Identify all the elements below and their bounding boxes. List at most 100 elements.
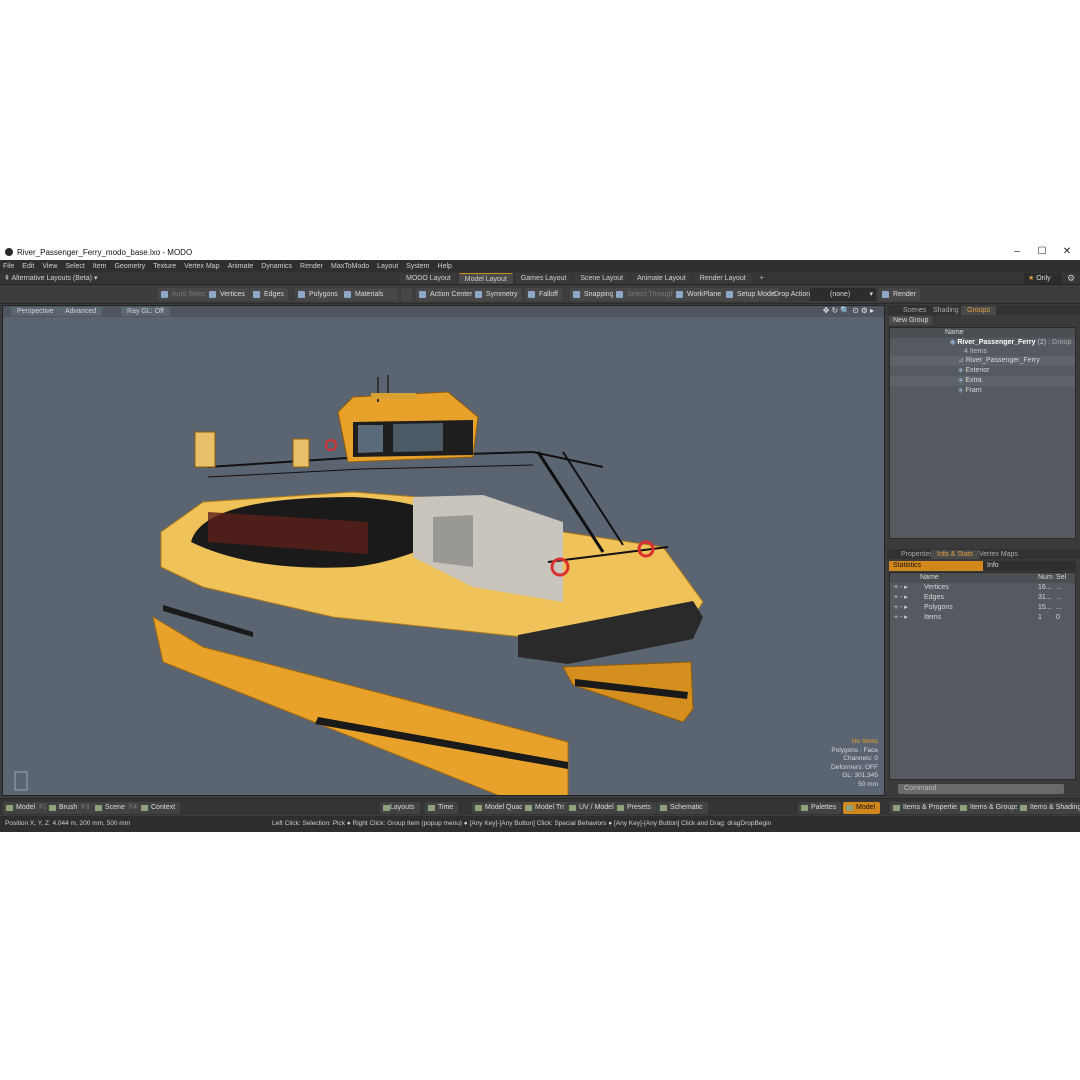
- model-tri-button[interactable]: Model Tri: [522, 802, 569, 814]
- menu-maxtomodo[interactable]: MaxToModo: [331, 263, 369, 270]
- items-shading-button[interactable]: Items & Shading: [1017, 802, 1080, 814]
- table-row[interactable]: + - ▸ Items 1 0: [890, 613, 1075, 623]
- menu-file[interactable]: File: [3, 263, 14, 270]
- presets-button[interactable]: Presets: [614, 802, 656, 814]
- menu-animate[interactable]: Animate: [228, 263, 254, 270]
- only-toggle[interactable]: ★ Only: [1024, 273, 1062, 284]
- menu-view[interactable]: View: [42, 263, 57, 270]
- render-button[interactable]: Render: [879, 288, 920, 301]
- item-mode-icon[interactable]: [387, 288, 398, 301]
- drop-action-select[interactable]: (none) ▾: [810, 288, 876, 301]
- group-child-row[interactable]: ◈ Extra: [890, 376, 1075, 386]
- command-input[interactable]: Command: [898, 784, 1064, 794]
- add-layout-button[interactable]: +: [754, 273, 770, 284]
- menu-dynamics[interactable]: Dynamics: [261, 263, 292, 270]
- edges-button[interactable]: Edges: [250, 288, 288, 301]
- gear-icon[interactable]: ⚙: [1067, 273, 1075, 284]
- layout-bar: ⇞ Alternative Layouts (Beta) ▾ MODO Layo…: [0, 272, 1080, 285]
- polygons-button[interactable]: Polygons: [295, 288, 342, 301]
- workplane-button[interactable]: WorkPlane: [673, 288, 726, 301]
- tab-statistics[interactable]: Statistics: [889, 561, 983, 571]
- schematic-button[interactable]: Schematic: [657, 802, 708, 814]
- layouts-button[interactable]: Layouts: [380, 802, 420, 814]
- plus-icon[interactable]: + - ▸: [894, 583, 908, 593]
- groups-tree[interactable]: Name ◈ River_Passenger_Ferry (2) : Group…: [889, 327, 1076, 539]
- view-type-button[interactable]: Perspective: [11, 307, 60, 316]
- materials-button[interactable]: Materials: [341, 288, 388, 301]
- setup-mode-button[interactable]: Setup Mode: [723, 288, 779, 301]
- tab-vertex-maps[interactable]: Vertex Maps: [973, 550, 1024, 559]
- raygl-toggle[interactable]: Ray GL: Off: [121, 307, 170, 316]
- menu-geometry[interactable]: Geometry: [114, 263, 145, 270]
- tab-render-layout[interactable]: Render Layout: [693, 273, 752, 284]
- group-child-row[interactable]: ⊿ River_Passenger_Ferry: [890, 356, 1075, 366]
- tab-modo-layout[interactable]: MODO Layout: [400, 273, 457, 284]
- items-properties-button[interactable]: Items & Properties: [890, 802, 966, 814]
- minimize-button[interactable]: –: [1004, 244, 1030, 260]
- select-through-button[interactable]: Select Through: [613, 288, 679, 301]
- model-active-button[interactable]: Model: [843, 802, 881, 814]
- context-button[interactable]: Context: [138, 802, 181, 814]
- tab-info[interactable]: Info: [987, 561, 999, 571]
- palettes-button[interactable]: Palettes: [798, 802, 842, 814]
- only-label: Only: [1036, 275, 1051, 282]
- menu-system[interactable]: System: [406, 263, 429, 270]
- table-row[interactable]: + - ▸ Polygons 15... ...: [890, 603, 1075, 613]
- menu-render[interactable]: Render: [300, 263, 323, 270]
- stat-deformers: Deformers: OFF: [831, 763, 878, 771]
- modo-app-icon: [5, 248, 13, 256]
- table-row[interactable]: + - ▸ Vertices 16... ...: [890, 583, 1075, 593]
- menu-layout[interactable]: Layout: [377, 263, 398, 270]
- close-button[interactable]: ✕: [1054, 244, 1080, 260]
- shading-mode-button[interactable]: Advanced: [59, 307, 103, 316]
- stat-sel: 0: [1056, 614, 1060, 621]
- group-child-row[interactable]: ◈ Exterior: [890, 366, 1075, 376]
- falloff-button[interactable]: Falloff: [525, 288, 562, 301]
- group-root-name: River_Passenger_Ferry: [957, 339, 1036, 346]
- viewport-stats: No Items Polygons : Face Channels: 0 Def…: [831, 738, 878, 789]
- symmetry-button[interactable]: Symmetry: [472, 288, 522, 301]
- scene-button[interactable]: Scene F4: [92, 802, 143, 814]
- info-subtabs: Statistics Info: [889, 561, 1076, 571]
- table-row[interactable]: + - ▸ Edges 31... ...: [890, 593, 1075, 603]
- auto-select-button[interactable]: Auto Select: [158, 288, 212, 301]
- snapping-button[interactable]: Snapping: [570, 288, 618, 301]
- time-button[interactable]: Time: [425, 802, 459, 814]
- model-quad-button[interactable]: Model Quad: [472, 802, 529, 814]
- menu-edit[interactable]: Edit: [22, 263, 34, 270]
- uv-model-button[interactable]: UV / Model: [566, 802, 619, 814]
- tab-shading[interactable]: Shading: [927, 306, 965, 315]
- menu-help[interactable]: Help: [438, 263, 452, 270]
- group-child-row[interactable]: ◈ Fram: [890, 386, 1075, 396]
- tab-info-stats[interactable]: Info & Stats: [931, 550, 980, 559]
- model-button[interactable]: Model F2: [3, 802, 53, 814]
- 3d-viewport[interactable]: Perspective Advanced Ray GL: Off ✥↻🔍⊙⚙▸: [2, 305, 885, 796]
- info-panel-tabs: Properties Info & Stats Vertex Maps: [887, 549, 1080, 559]
- tab-model-layout[interactable]: Model Layout: [458, 273, 513, 284]
- tab-scene-layout[interactable]: Scene Layout: [574, 273, 630, 284]
- plus-icon[interactable]: + - ▸: [894, 593, 908, 603]
- group-child-label: Exterior: [965, 367, 990, 374]
- menu-item[interactable]: Item: [93, 263, 107, 270]
- vertices-button[interactable]: Vertices: [206, 288, 249, 301]
- items-groups-button[interactable]: Items & Groups: [957, 802, 1024, 814]
- tab-games-layout[interactable]: Games Layout: [514, 273, 573, 284]
- new-group-button[interactable]: New Group: [889, 316, 933, 325]
- stat-scale: 50 mm: [858, 780, 878, 788]
- layout-selector[interactable]: ⇞ Alternative Layouts (Beta) ▾: [4, 274, 97, 282]
- stat-gl: GL: 301,345: [842, 772, 878, 779]
- tab-animate-layout[interactable]: Animate Layout: [631, 273, 692, 284]
- plus-icon[interactable]: + - ▸: [894, 613, 908, 623]
- tab-groups[interactable]: Groups: [961, 306, 996, 315]
- menu-vertex-map[interactable]: Vertex Map: [184, 263, 219, 270]
- pivot-mode-icon[interactable]: [401, 288, 412, 301]
- action-center-button[interactable]: Action Center: [416, 288, 477, 301]
- layout-tabs: MODO Layout Model Layout Games Layout Sc…: [400, 273, 772, 284]
- plus-icon[interactable]: + - ▸: [894, 603, 908, 613]
- menu-texture[interactable]: Texture: [153, 263, 176, 270]
- stat-name: Edges: [924, 594, 944, 601]
- menu-select[interactable]: Select: [65, 263, 84, 270]
- viewport-nav-icons[interactable]: ✥↻🔍⊙⚙▸: [823, 306, 876, 315]
- brush-button[interactable]: Brush F3: [46, 802, 95, 814]
- maximize-button[interactable]: ☐: [1029, 244, 1055, 260]
